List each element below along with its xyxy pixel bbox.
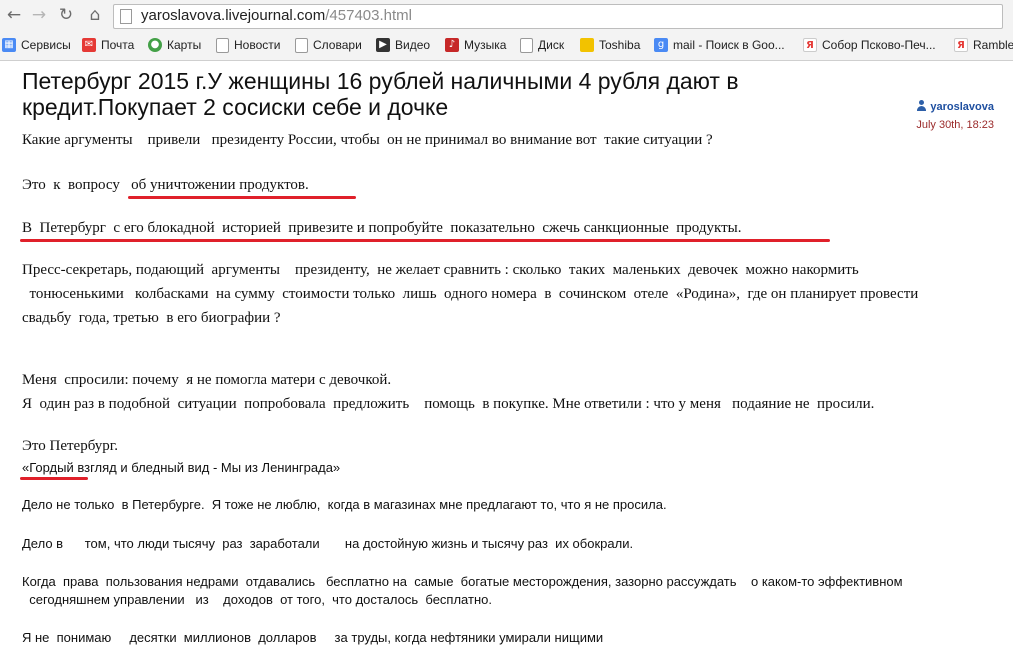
paragraph-products: Это к вопросу об уничтожении продуктов. — [22, 177, 309, 193]
home-icon[interactable]: ⌂ — [85, 5, 105, 25]
paragraph-petersburg: В Петербург с его блокадной историей при… — [22, 220, 742, 236]
post-date[interactable]: July 30th, 18:23 — [916, 118, 994, 132]
apps-grid-icon: ▦ — [2, 38, 16, 52]
bookmark-music[interactable]: ♪ Музыка — [445, 34, 506, 56]
bookmark-label: Новости — [234, 38, 281, 52]
bookmarks-bar: ▦ Сервисы ✉ Почта ● Карты Новости Словари ▶… — [0, 34, 1013, 56]
back-arrow-icon[interactable]: ← — [4, 5, 24, 25]
disk-icon — [520, 37, 533, 53]
browser-chrome: ← → ↻ ⌂ yaroslavova.livejournal.com/4574… — [0, 0, 1013, 61]
video-icon: ▶ — [376, 38, 390, 52]
bookmark-news[interactable]: Новости — [216, 34, 280, 56]
bookmark-label: Почта — [101, 38, 135, 52]
paragraph-not-only: Дело не только в Петербурге. Я тоже не л… — [22, 497, 667, 512]
forward-arrow-icon[interactable]: → — [29, 5, 49, 25]
red-underline — [20, 239, 430, 242]
bookmark-rambler[interactable]: Я Rambler — [954, 34, 1013, 56]
bookmark-toshiba[interactable]: Toshiba — [580, 34, 640, 56]
bookmark-dictionaries[interactable]: Словари — [295, 34, 362, 56]
red-underline — [425, 239, 830, 242]
paragraph-subsoil-line-2: сегодняшнем управлении из доходов от тог… — [22, 592, 492, 607]
maps-icon: ● — [148, 38, 162, 52]
paragraph-oilmen: Я не понимаю десятки миллионов долларов … — [22, 630, 604, 645]
bookmark-label: Видео — [395, 38, 431, 52]
yandex-icon: Я — [954, 38, 968, 52]
page-icon — [120, 9, 132, 24]
news-icon — [216, 37, 229, 53]
bookmark-label: Музыка — [464, 38, 507, 52]
bookmark-sobor[interactable]: Я Собор Псково-Печ... — [803, 34, 936, 56]
page-content: Петербург 2015 г.У женщины 16 рублей нал… — [0, 61, 1013, 651]
bookmark-label: Собор Псково-Печ... — [822, 38, 936, 52]
mail-icon: ✉ — [82, 38, 96, 52]
bookmark-services[interactable]: ▦ Сервисы — [2, 34, 71, 56]
url-path: /457403.html — [325, 7, 412, 24]
paragraph-question: Какие аргументы привели президенту Росси… — [22, 132, 713, 148]
bookmark-disk[interactable]: Диск — [520, 34, 564, 56]
bookmark-label: Сервисы — [21, 38, 71, 52]
author-link[interactable]: yaroslavova — [930, 101, 994, 113]
paragraph-mother-line-1: Меня спросили: почему я не помогла матер… — [22, 372, 392, 388]
folder-icon — [580, 38, 594, 52]
bookmark-label: Toshiba — [599, 38, 641, 52]
reload-icon[interactable]: ↻ — [56, 5, 76, 25]
bookmark-label: Диск — [538, 38, 565, 52]
bookmark-label: Rambler — [973, 38, 1013, 52]
dictionary-icon — [295, 37, 308, 53]
paragraph-this-is-petersburg: Это Петербург. — [22, 438, 118, 454]
address-bar[interactable]: yaroslavova.livejournal.com/457403.html — [113, 4, 1003, 29]
paragraph-press-line-3: свадьбу года, третью в его биографии ? — [22, 310, 281, 326]
music-icon: ♪ — [445, 38, 459, 52]
red-underline — [20, 477, 88, 480]
user-icon[interactable] — [916, 100, 927, 111]
red-underline — [128, 196, 356, 199]
bookmark-mail[interactable]: ✉ Почта — [82, 34, 134, 56]
bookmark-video[interactable]: ▶ Видео — [376, 34, 430, 56]
bookmark-label: Карты — [167, 38, 202, 52]
bookmark-label: Словари — [313, 38, 362, 52]
url-text: yaroslavova.livejournal.com/457403.html — [141, 7, 412, 25]
google-icon: g — [654, 38, 668, 52]
paragraph-press-line-1: Пресс-секретарь, подающий аргументы през… — [22, 262, 859, 278]
bookmark-google-search[interactable]: g mail - Поиск в Goo... — [654, 34, 785, 56]
post-title: Петербург 2015 г.У женщины 16 рублей нал… — [22, 68, 739, 120]
paragraph-subsoil-line-1: Когда права пользования недрами отдавали… — [22, 574, 903, 589]
leningrad-quote: «Гордый взгляд и бледный вид - Мы из Лен… — [22, 460, 341, 475]
yandex-icon: Я — [803, 38, 817, 52]
bookmark-maps[interactable]: ● Карты — [148, 34, 201, 56]
bookmark-label: mail - Поиск в Goo... — [673, 38, 785, 52]
paragraph-press-line-2: тонюсенькими колбасками на сумму стоимос… — [22, 286, 919, 302]
paragraph-mother-line-2: Я один раз в подобной ситуации попробова… — [22, 396, 875, 412]
paragraph-thousand-times: Дело в том, что люди тысячу раз заработа… — [22, 536, 634, 551]
url-host: yaroslavova.livejournal.com — [141, 7, 326, 24]
author-block: yaroslavova July 30th, 18:23 — [916, 100, 994, 132]
